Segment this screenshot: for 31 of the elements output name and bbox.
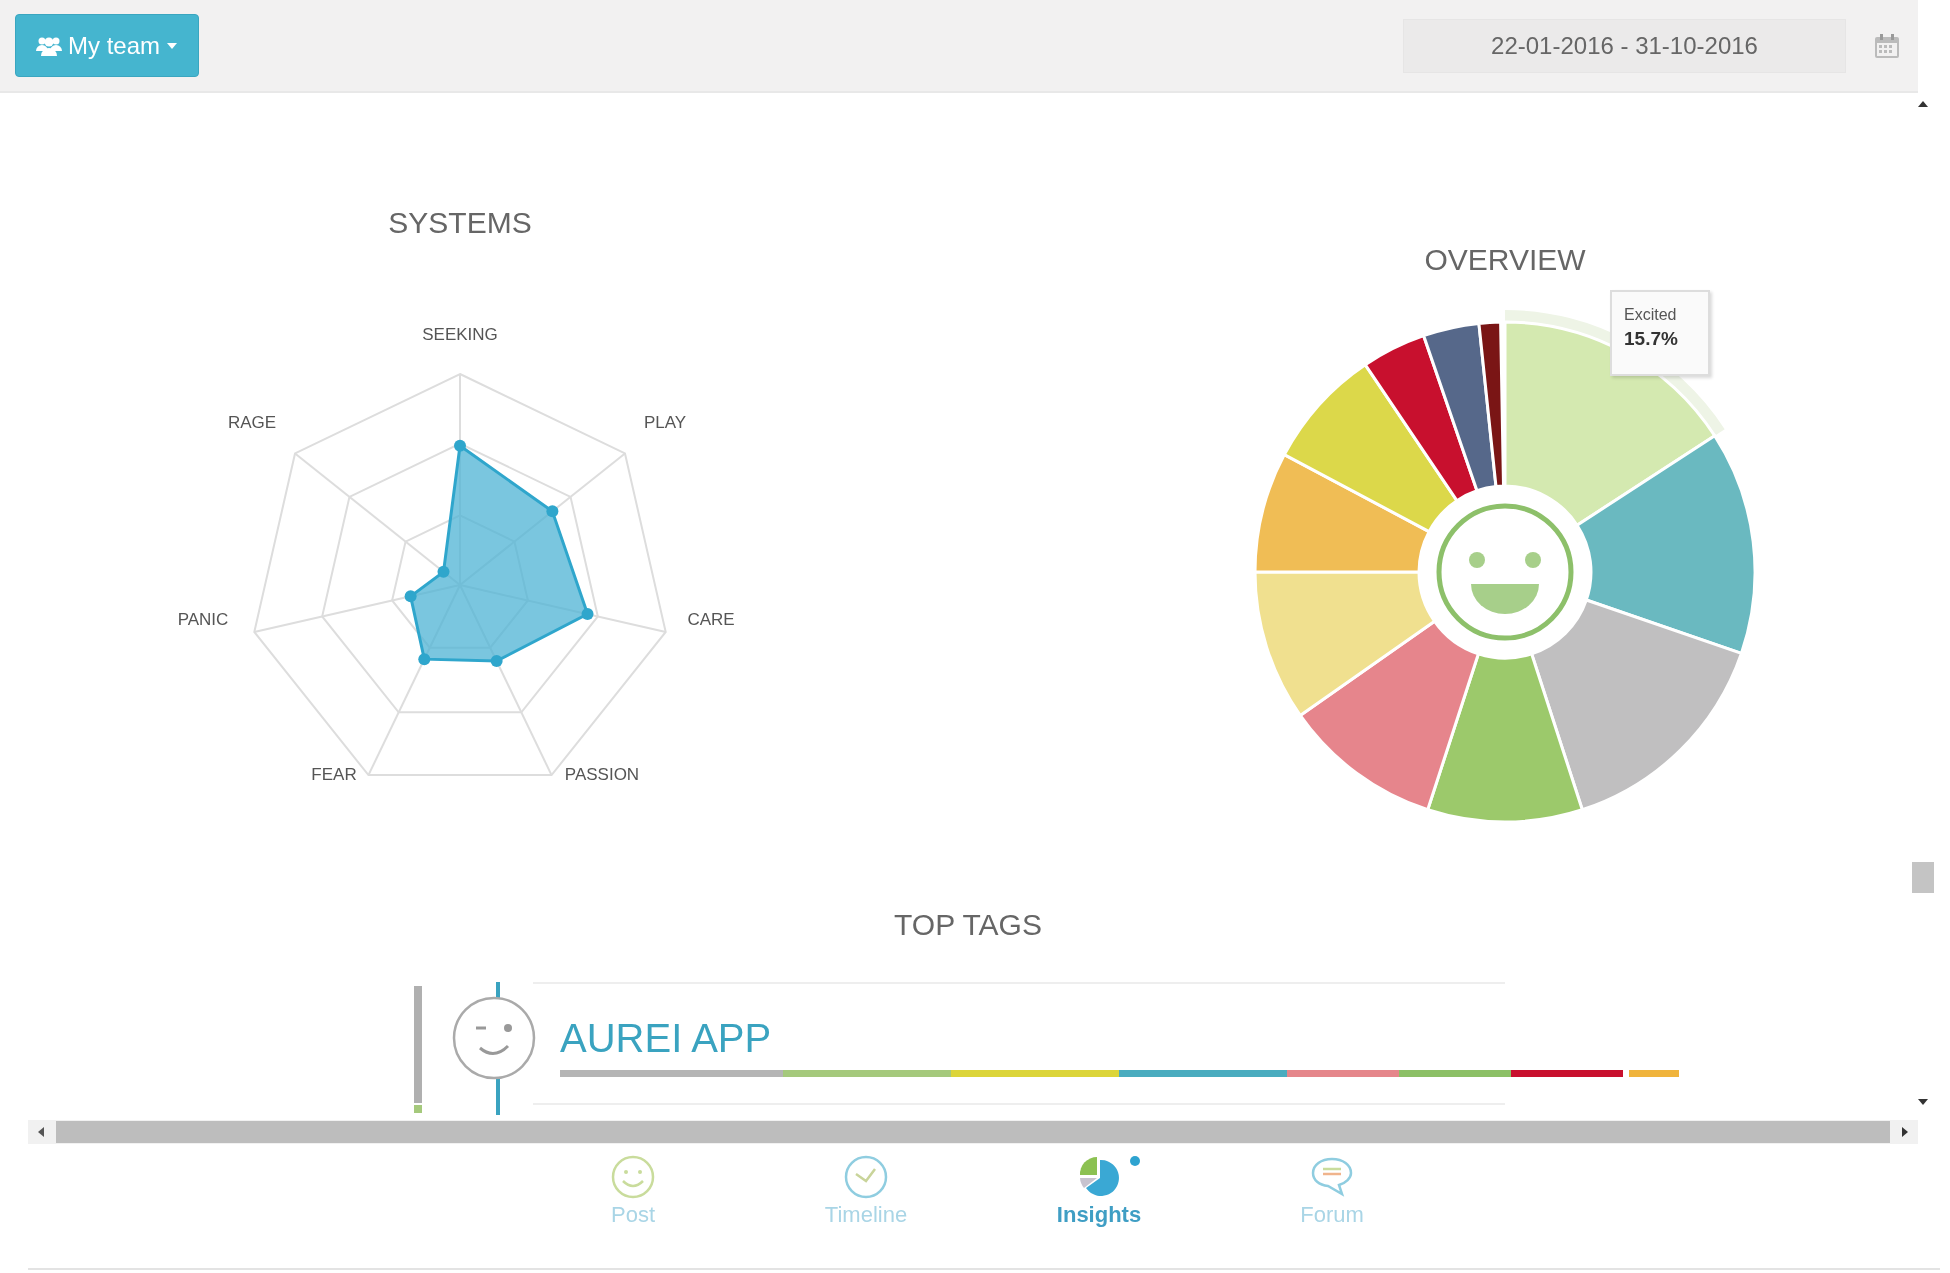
tooltip-value: 15.7% xyxy=(1624,328,1679,350)
scroll-left-arrow-icon[interactable] xyxy=(38,1127,44,1137)
tag-name[interactable]: AUREI APP xyxy=(560,1014,1683,1062)
users-icon xyxy=(36,35,62,56)
axis-label: FEAR xyxy=(311,765,357,785)
team-dropdown-button[interactable]: My team xyxy=(15,14,199,77)
caret-icon xyxy=(166,41,178,50)
axis-label: CARE xyxy=(687,610,735,630)
section-title: TOP TAGS xyxy=(893,907,1043,943)
axis-label: RAGE xyxy=(227,413,277,433)
axis-label: PLAY xyxy=(643,413,687,433)
date-range-field[interactable]: 22-01-2016 - 31-10-2016 xyxy=(1403,18,1846,73)
calendar-icon[interactable] xyxy=(1874,32,1900,59)
nav-tab[interactable]: Post xyxy=(558,1154,708,1244)
chart-title: SYSTEMS xyxy=(388,205,532,241)
pie-slice[interactable] xyxy=(1477,320,1505,488)
clock-icon xyxy=(843,1154,889,1200)
chart-title: OVERVIEW xyxy=(1424,242,1586,278)
nav-tab[interactable]: Timeline xyxy=(791,1154,941,1244)
nav-tab[interactable]: Insights xyxy=(1024,1154,1174,1244)
smiley-icon xyxy=(610,1154,656,1200)
nav-tab[interactable]: Forum xyxy=(1257,1154,1407,1244)
axis-label: SEEKING xyxy=(422,325,498,345)
smiley-icon xyxy=(1436,503,1574,641)
tooltip-label: Excited xyxy=(1624,306,1678,324)
scroll-up-arrow-icon[interactable] xyxy=(1917,101,1928,107)
scroll-right-arrow-icon[interactable] xyxy=(1902,1127,1908,1137)
scrollbar-thumb[interactable] xyxy=(1911,862,1934,893)
axis-label: PASSION xyxy=(564,765,640,785)
scroll-down-arrow-icon[interactable] xyxy=(1917,1099,1928,1105)
axis-label: PANIC xyxy=(177,610,229,630)
